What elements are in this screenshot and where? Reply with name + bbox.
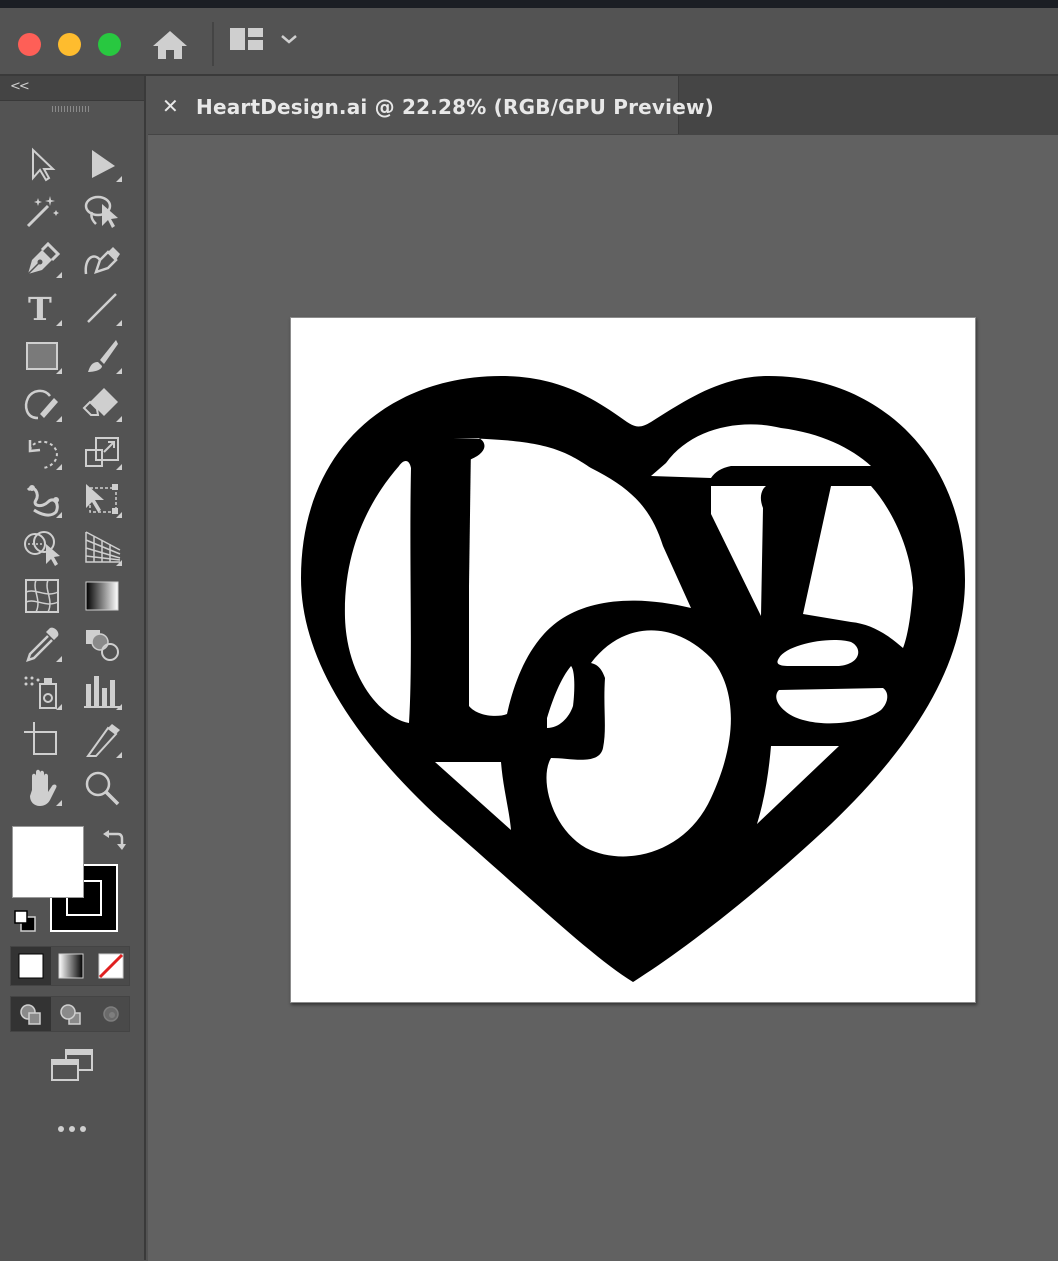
puppet-warp-icon[interactable] bbox=[20, 478, 64, 522]
selection-arrow-icon[interactable] bbox=[20, 142, 64, 186]
none-mode-icon[interactable] bbox=[91, 947, 131, 985]
screen-mode-icon[interactable] bbox=[48, 1048, 96, 1084]
color-mode-icon[interactable] bbox=[11, 947, 51, 985]
mesh-icon[interactable] bbox=[20, 574, 64, 618]
default-fill-stroke-icon[interactable] bbox=[12, 908, 38, 934]
document-tab-bar: ✕ HeartDesign.ai @ 22.28% (RGB/GPU Previ… bbox=[148, 76, 1058, 134]
eyedropper-icon[interactable] bbox=[20, 622, 64, 666]
artboard-icon[interactable] bbox=[20, 718, 64, 762]
magic-wand-icon[interactable] bbox=[20, 190, 64, 234]
blend-icon[interactable] bbox=[80, 622, 124, 666]
chevron-down-icon[interactable] bbox=[278, 30, 300, 48]
rotate-icon[interactable] bbox=[20, 430, 64, 474]
line-icon[interactable] bbox=[80, 286, 124, 330]
paintbrush-icon[interactable] bbox=[80, 334, 124, 378]
document-tab[interactable]: ✕ HeartDesign.ai @ 22.28% (RGB/GPU Previ… bbox=[148, 76, 714, 134]
fill-color-swatch[interactable] bbox=[12, 826, 84, 898]
draw-inside-icon[interactable] bbox=[91, 997, 131, 1031]
minimize-window-button[interactable] bbox=[58, 33, 81, 56]
direct-selection-arrow-icon[interactable] bbox=[80, 142, 124, 186]
hand-icon[interactable] bbox=[20, 766, 64, 810]
column-graph-icon[interactable] bbox=[80, 670, 124, 714]
svg-text:T: T bbox=[28, 290, 52, 328]
shaper-icon[interactable] bbox=[20, 382, 64, 426]
gradient-icon[interactable] bbox=[80, 574, 124, 618]
tools-panel: << T bbox=[0, 76, 146, 1260]
free-transform-icon[interactable] bbox=[80, 478, 124, 522]
more-tools-icon[interactable] bbox=[56, 1122, 88, 1134]
toolbar-divider bbox=[212, 22, 214, 66]
close-document-button[interactable]: ✕ bbox=[162, 94, 179, 118]
rectangle-icon[interactable] bbox=[20, 334, 64, 378]
drawing-mode-group bbox=[10, 996, 130, 1032]
type-icon[interactable]: T bbox=[20, 286, 64, 330]
draw-behind-icon[interactable] bbox=[51, 997, 91, 1031]
panel-grip-handle[interactable] bbox=[52, 106, 90, 112]
title-bar bbox=[0, 8, 1058, 76]
swap-fill-stroke-icon[interactable] bbox=[100, 828, 126, 854]
draw-normal-icon[interactable] bbox=[11, 997, 51, 1031]
pen-icon[interactable] bbox=[20, 238, 64, 282]
curvature-pen-icon[interactable] bbox=[80, 238, 124, 282]
canvas-area[interactable] bbox=[148, 134, 1058, 1261]
perspective-grid-icon[interactable] bbox=[80, 526, 124, 570]
collapse-panel-button[interactable]: << bbox=[10, 79, 30, 94]
document-tab-title: HeartDesign.ai @ 22.28% (RGB/GPU Preview… bbox=[196, 95, 714, 119]
zoom-magnifier-icon[interactable] bbox=[80, 766, 124, 810]
gradient-mode-icon[interactable] bbox=[51, 947, 91, 985]
tools-panel-header: << bbox=[0, 76, 144, 101]
home-icon[interactable] bbox=[150, 28, 190, 62]
artboard[interactable] bbox=[290, 317, 976, 1003]
lasso-icon[interactable] bbox=[80, 190, 124, 234]
eraser-icon[interactable] bbox=[80, 382, 124, 426]
scale-icon[interactable] bbox=[80, 430, 124, 474]
color-mode-group bbox=[10, 946, 130, 986]
close-window-button[interactable] bbox=[18, 33, 41, 56]
shape-builder-icon[interactable] bbox=[20, 526, 64, 570]
heart-love-artwork[interactable] bbox=[291, 318, 975, 1002]
workspace-layout-icon[interactable] bbox=[228, 26, 266, 54]
symbol-sprayer-icon[interactable] bbox=[20, 670, 64, 714]
slice-knife-icon[interactable] bbox=[80, 718, 124, 762]
window-top-edge bbox=[0, 0, 1058, 8]
zoom-window-button[interactable] bbox=[98, 33, 121, 56]
